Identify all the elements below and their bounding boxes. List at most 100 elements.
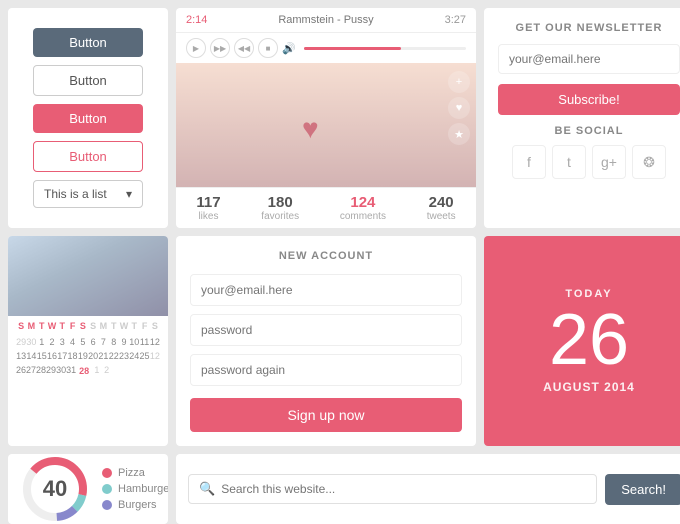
play-button[interactable]: ▶ <box>186 38 206 58</box>
social-section: BE SOCIAL f t g+ ❂ <box>498 125 680 179</box>
account-email-input[interactable] <box>190 274 462 306</box>
cal-25[interactable]: 25 <box>139 349 149 363</box>
legend-label-burgers: Burgers <box>118 499 157 511</box>
cal-3[interactable]: 3 <box>57 335 67 349</box>
search-input[interactable] <box>221 482 586 496</box>
like-action[interactable]: ♥ <box>448 97 470 119</box>
music-image: ♥ + ♥ ★ <box>176 63 476 187</box>
cal-row-3: 26 27 28 29 30 31 28 1 2 <box>16 363 160 379</box>
cal-21[interactable]: 21 <box>98 349 108 363</box>
cal-hdr-m1: M <box>26 320 36 332</box>
cal-15[interactable]: 15 <box>37 349 47 363</box>
volume-icon: 🔊 <box>282 42 296 55</box>
legend-item-pizza: Pizza 43% <box>102 467 168 479</box>
music-stats: 117 likes 180 favorites 124 comments 240… <box>176 187 476 228</box>
newsletter-panel: GET OUR NEWSLETTER Subscribe! BE SOCIAL … <box>484 8 680 228</box>
cal-30[interactable]: 30 <box>26 335 36 349</box>
search-panel: 🔍 Search! <box>176 454 680 524</box>
comments-label: comments <box>340 211 386 222</box>
cal-16[interactable]: 16 <box>47 349 57 363</box>
cal-31[interactable]: 31 <box>66 363 76 379</box>
cal-hdr-w2: W <box>119 320 129 332</box>
cal-hdr-s3: S <box>88 320 98 332</box>
cal-12[interactable]: 12 <box>150 335 160 349</box>
cal-22[interactable]: 22 <box>109 349 119 363</box>
cal-30b[interactable]: 30 <box>56 363 66 379</box>
cal-hdr-f1: F <box>67 320 77 332</box>
next-button[interactable]: ▶▶ <box>210 38 230 58</box>
button-red[interactable]: Button <box>33 104 143 133</box>
googleplus-icon[interactable]: g+ <box>592 145 626 179</box>
cal-5[interactable]: 5 <box>78 335 88 349</box>
cal-hdr-f2: F <box>139 320 149 332</box>
prev-button[interactable]: ◀◀ <box>234 38 254 58</box>
account-password-again-input[interactable] <box>190 354 462 386</box>
cal-26[interactable]: 26 <box>16 363 26 379</box>
player-controls: ▶ ▶▶ ◀◀ ■ 🔊 <box>176 33 476 63</box>
cal-17[interactable]: 17 <box>57 349 67 363</box>
cal-14[interactable]: 14 <box>26 349 36 363</box>
button-dark[interactable]: Button <box>33 28 143 57</box>
signup-button[interactable]: Sign up now <box>190 398 462 432</box>
cal-6[interactable]: 6 <box>88 335 98 349</box>
cal-hdr-s4: S <box>150 320 160 332</box>
cal-hdr-t1: T <box>37 320 47 332</box>
dropdown-button[interactable]: This is a list ▾ <box>33 180 143 208</box>
button-outline-red[interactable]: Button <box>33 141 143 172</box>
chart-legend: Pizza 43% Hamburgers 9% Burgers ... <box>102 467 168 511</box>
cal-23[interactable]: 23 <box>119 349 129 363</box>
cal-29b[interactable]: 29 <box>46 363 56 379</box>
stop-button[interactable]: ■ <box>258 38 278 58</box>
cal-29[interactable]: 29 <box>16 335 26 349</box>
account-password-input[interactable] <box>190 314 462 346</box>
donut-chart: 40 <box>20 454 90 524</box>
button-outline[interactable]: Button <box>33 65 143 96</box>
cal-12b[interactable]: 12 <box>150 349 160 363</box>
favorites-label: favorites <box>261 211 299 222</box>
legend-dot-pizza <box>102 468 112 478</box>
track-title: Rammstein - Pussy <box>216 14 436 26</box>
cal-9[interactable]: 9 <box>119 335 129 349</box>
facebook-icon[interactable]: f <box>512 145 546 179</box>
likes-stat: 117 likes <box>196 194 220 222</box>
comments-stat: 124 comments <box>340 194 386 222</box>
cal-1[interactable]: 1 <box>37 335 47 349</box>
cal-28[interactable]: 28 <box>36 363 46 379</box>
twitter-icon[interactable]: t <box>552 145 586 179</box>
today-label: TODAY <box>565 288 612 300</box>
account-title: NEW ACCOUNT <box>190 250 462 262</box>
cal-8[interactable]: 8 <box>109 335 119 349</box>
progress-bar[interactable] <box>304 47 466 50</box>
today-panel: TODAY 26 AUGUST 2014 <box>484 236 680 446</box>
star-action[interactable]: ★ <box>448 123 470 145</box>
cal-27[interactable]: 27 <box>26 363 36 379</box>
newsletter-title: GET OUR NEWSLETTER <box>498 22 680 34</box>
cal-7[interactable]: 7 <box>98 335 108 349</box>
cal-hdr-m2: M <box>98 320 108 332</box>
add-action[interactable]: + <box>448 71 470 93</box>
heart-icon: ♥ <box>302 113 319 145</box>
cal-24[interactable]: 24 <box>129 349 139 363</box>
cal-18[interactable]: 18 <box>67 349 77 363</box>
cal-4[interactable]: 4 <box>67 335 77 349</box>
cal-1b[interactable]: 1 <box>92 363 102 379</box>
buttons-panel: Button Button Button Button This is a li… <box>8 8 168 228</box>
comments-count: 124 <box>340 194 386 211</box>
today-month: AUGUST 2014 <box>543 380 635 394</box>
cal-10[interactable]: 10 <box>129 335 139 349</box>
cal-hdr-t4: T <box>129 320 139 332</box>
newsletter-email-input[interactable] <box>498 44 680 74</box>
cal-11[interactable]: 11 <box>139 335 149 349</box>
cal-13[interactable]: 13 <box>16 349 26 363</box>
calendar-image <box>8 236 168 316</box>
subscribe-button[interactable]: Subscribe! <box>498 84 680 115</box>
cal-highlighted[interactable]: 28 <box>76 363 92 379</box>
cal-19[interactable]: 19 <box>78 349 88 363</box>
favorites-count: 180 <box>261 194 299 211</box>
cal-20[interactable]: 20 <box>88 349 98 363</box>
cal-2b[interactable]: 2 <box>102 363 112 379</box>
legend-dot-hamburgers <box>102 484 112 494</box>
cal-2[interactable]: 2 <box>47 335 57 349</box>
dribbble-icon[interactable]: ❂ <box>632 145 666 179</box>
cal-row-1: 29 30 1 2 3 4 5 6 7 8 9 10 11 12 <box>16 335 160 349</box>
